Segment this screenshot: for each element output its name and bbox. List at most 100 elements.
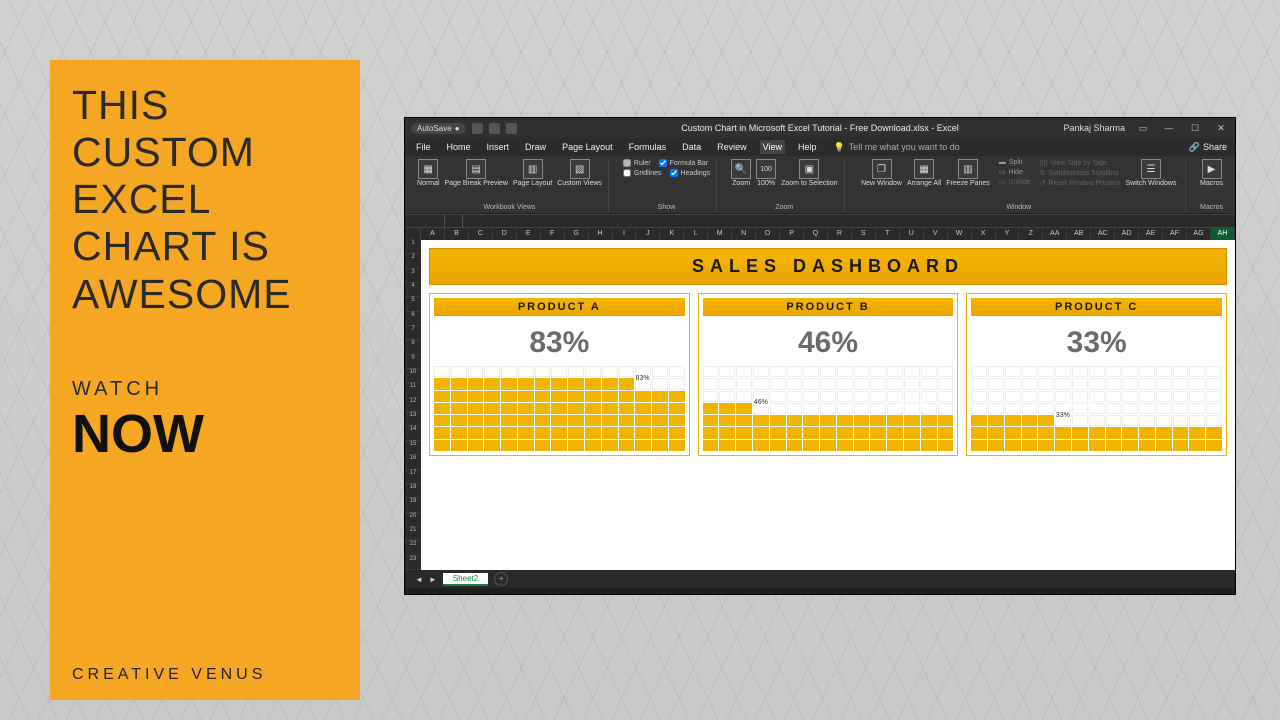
column-header[interactable]: AB [1067, 228, 1091, 240]
sheet-nav-next-icon[interactable]: ► [429, 575, 437, 584]
column-header[interactable]: K [660, 228, 684, 240]
column-header[interactable]: T [876, 228, 900, 240]
column-header[interactable]: AF [1163, 228, 1187, 240]
worksheet-grid[interactable]: 1234567891011121314151617181920212223 SA… [405, 240, 1235, 570]
column-header[interactable]: H [589, 228, 613, 240]
switch-windows-button[interactable]: ☰Switch Windows [1125, 159, 1176, 187]
column-header[interactable]: AG [1187, 228, 1211, 240]
column-header[interactable]: E [517, 228, 541, 240]
minimize-icon[interactable]: — [1161, 123, 1177, 133]
split-button[interactable]: ▬ Split [999, 159, 1031, 166]
close-icon[interactable]: ✕ [1213, 123, 1229, 134]
maximize-icon[interactable]: ☐ [1187, 123, 1203, 134]
zoom-to-selection-button[interactable]: ▣Zoom to Selection [781, 159, 837, 187]
column-header[interactable]: S [852, 228, 876, 240]
column-header[interactable]: O [756, 228, 780, 240]
column-header[interactable]: AA [1043, 228, 1067, 240]
column-header[interactable]: Y [996, 228, 1020, 240]
ribbon-options-icon[interactable]: ▭ [1135, 123, 1151, 134]
row-header[interactable]: 23 [405, 556, 421, 570]
row-header[interactable]: 11 [405, 383, 421, 397]
column-header[interactable]: I [613, 228, 637, 240]
row-header[interactable]: 5 [405, 297, 421, 311]
column-header[interactable]: L [684, 228, 708, 240]
row-header[interactable]: 7 [405, 326, 421, 340]
tab-home[interactable]: Home [444, 140, 474, 154]
column-header[interactable]: R [828, 228, 852, 240]
page-break-preview-button[interactable]: ▤Page Break Preview [445, 159, 508, 187]
new-window-button[interactable]: ❐New Window [861, 159, 902, 187]
row-header[interactable]: 22 [405, 541, 421, 555]
formula-bar-checkbox[interactable]: Formula Bar [659, 159, 709, 167]
macros-button[interactable]: ▶Macros [1200, 159, 1223, 187]
column-header[interactable]: AE [1139, 228, 1163, 240]
row-header[interactable]: 18 [405, 484, 421, 498]
sheet-nav-prev-icon[interactable]: ◄ [415, 575, 423, 584]
page-layout-button[interactable]: ▥Page Layout [513, 159, 552, 187]
column-header[interactable]: N [732, 228, 756, 240]
tab-file[interactable]: File [413, 140, 434, 154]
tab-page-layout[interactable]: Page Layout [559, 140, 616, 154]
row-header[interactable]: 1 [405, 240, 421, 254]
tab-help[interactable]: Help [795, 140, 820, 154]
row-header[interactable]: 2 [405, 254, 421, 268]
tab-draw[interactable]: Draw [522, 140, 549, 154]
tab-insert[interactable]: Insert [484, 140, 513, 154]
freeze-panes-button[interactable]: ▥Freeze Panes [946, 159, 990, 187]
worksheet-content[interactable]: SALES DASHBOARD PRODUCT A83%83%PRODUCT B… [421, 240, 1235, 570]
row-header[interactable]: 8 [405, 340, 421, 354]
column-header[interactable]: D [493, 228, 517, 240]
row-header[interactable]: 17 [405, 470, 421, 484]
arrange-all-button[interactable]: ▦Arrange All [907, 159, 941, 187]
column-header[interactable]: AC [1091, 228, 1115, 240]
headings-checkbox[interactable]: Headings [670, 169, 711, 177]
hide-button[interactable]: ▭ Hide [999, 168, 1031, 176]
row-header[interactable]: 14 [405, 426, 421, 440]
save-icon[interactable] [472, 123, 483, 134]
row-header[interactable]: 12 [405, 398, 421, 412]
column-header[interactable]: F [541, 228, 565, 240]
column-header[interactable]: V [924, 228, 948, 240]
column-header[interactable]: AH [1211, 228, 1235, 240]
column-header[interactable]: W [948, 228, 972, 240]
row-header[interactable]: 19 [405, 498, 421, 512]
autosave-toggle[interactable]: AutoSave● [411, 123, 466, 134]
redo-icon[interactable] [506, 123, 517, 134]
row-header[interactable]: 9 [405, 355, 421, 369]
column-header[interactable]: X [972, 228, 996, 240]
ruler-checkbox[interactable]: Ruler [623, 159, 651, 167]
gridlines-checkbox[interactable]: Gridlines [623, 169, 662, 177]
row-header[interactable]: 3 [405, 269, 421, 283]
row-header[interactable]: 20 [405, 513, 421, 527]
column-header[interactable]: A [421, 228, 445, 240]
row-header[interactable]: 13 [405, 412, 421, 426]
column-header[interactable]: U [900, 228, 924, 240]
column-header[interactable]: M [708, 228, 732, 240]
normal-view-button[interactable]: ▦Normal [417, 159, 440, 187]
row-header[interactable]: 4 [405, 283, 421, 297]
add-sheet-button[interactable]: + [494, 572, 508, 586]
column-header[interactable]: P [780, 228, 804, 240]
row-header[interactable]: 16 [405, 455, 421, 469]
row-header[interactable]: 15 [405, 441, 421, 455]
custom-views-button[interactable]: ▧Custom Views [557, 159, 602, 187]
column-header[interactable]: J [636, 228, 660, 240]
row-headers[interactable]: 1234567891011121314151617181920212223 [405, 240, 421, 570]
tab-review[interactable]: Review [714, 140, 750, 154]
undo-icon[interactable] [489, 123, 500, 134]
zoom-button[interactable]: 🔍Zoom [731, 159, 751, 187]
column-header[interactable]: G [565, 228, 589, 240]
share-button[interactable]: 🔗 Share [1189, 142, 1227, 153]
row-header[interactable]: 6 [405, 312, 421, 326]
row-header[interactable]: 10 [405, 369, 421, 383]
name-box[interactable] [405, 215, 445, 227]
tab-data[interactable]: Data [679, 140, 704, 154]
zoom-100-button[interactable]: 100100% [756, 159, 776, 187]
column-header[interactable]: Z [1019, 228, 1043, 240]
user-name[interactable]: Pankaj Sharma [1063, 123, 1125, 133]
column-header[interactable]: Q [804, 228, 828, 240]
column-header[interactable]: AD [1115, 228, 1139, 240]
sheet-tab-active[interactable]: Sheet2 [443, 573, 488, 586]
formula-bar[interactable] [405, 214, 1235, 228]
tell-me-search[interactable]: Tell me what you want to do [834, 142, 960, 153]
